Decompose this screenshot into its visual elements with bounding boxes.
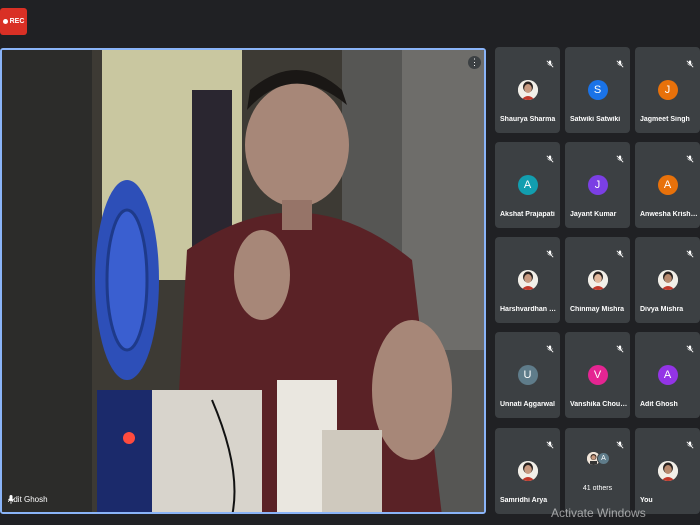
participant-name: Satwiki Satwiki (570, 116, 621, 123)
others-avatar-stack: A (587, 452, 611, 472)
mic-muted-icon (616, 245, 624, 258)
participant-avatar: A (517, 175, 538, 195)
participant-tile[interactable]: Chinmay Mishra (565, 237, 630, 323)
participant-tile[interactable]: J Jayant Kumar (565, 142, 630, 228)
mic-muted-icon (546, 55, 554, 68)
mic-muted-icon (686, 150, 694, 163)
activate-windows-watermark: Activate Windows (551, 506, 646, 520)
mic-muted-icon (686, 245, 694, 258)
participant-name: Vanshika Choudh... (570, 401, 628, 408)
participant-avatar: V (587, 365, 608, 385)
participant-name: You (640, 497, 653, 504)
participant-tile[interactable]: A Akshat Prajapati (495, 142, 560, 228)
mic-icon (8, 495, 14, 504)
participant-avatar: A (657, 365, 678, 385)
participant-avatar: A (657, 175, 678, 195)
participant-tile[interactable]: Divya Mishra (635, 237, 700, 323)
participant-tile[interactable]: A 41 others (565, 428, 630, 514)
participant-avatar: J (657, 80, 678, 100)
participant-tile[interactable]: Shaurya Sharma (495, 47, 560, 133)
more-options-icon: ⋮ (470, 57, 479, 67)
participant-avatar: S (587, 80, 608, 100)
participant-photo (517, 270, 538, 290)
participant-tile[interactable]: U Unnati Aggarwal (495, 332, 560, 418)
participant-tile[interactable]: J Jagmeet Singh (635, 47, 700, 133)
participant-photo (517, 461, 538, 481)
recording-indicator: REC (0, 8, 27, 35)
participant-name: Jagmeet Singh (640, 116, 690, 123)
participant-tile[interactable]: Samridhi Arya (495, 428, 560, 514)
mic-muted-icon (616, 150, 624, 163)
participant-name: Chinmay Mishra (570, 306, 625, 313)
participant-name: Adit Ghosh (640, 401, 678, 408)
more-options-button[interactable]: ⋮ (468, 56, 481, 69)
mic-muted-icon (546, 245, 554, 258)
mic-muted-icon (546, 340, 554, 353)
main-video-name-tag: Adit Ghosh (8, 495, 48, 504)
participant-name: Akshat Prajapati (500, 211, 555, 218)
participant-tile[interactable]: V Vanshika Choudh... (565, 332, 630, 418)
participant-name: 41 others (582, 485, 613, 492)
participant-photo (657, 270, 678, 290)
mic-muted-icon (616, 55, 624, 68)
participant-avatar: U (517, 365, 538, 385)
participant-photo (657, 461, 678, 481)
participant-photo (587, 270, 608, 290)
participant-name: Unnati Aggarwal (500, 401, 555, 408)
participant-avatar: A (597, 452, 610, 465)
participant-tile[interactable]: S Satwiki Satwiki (565, 47, 630, 133)
main-video-tile[interactable]: ⋮ Adit Ghosh (0, 48, 486, 514)
recording-label: REC (9, 18, 25, 25)
mic-muted-icon (546, 436, 554, 449)
participant-name: Jayant Kumar (570, 211, 617, 218)
mic-muted-icon (686, 436, 694, 449)
main-video-feed (2, 50, 484, 512)
participant-tile[interactable]: A Anwesha Krishna (635, 142, 700, 228)
participant-photo (517, 80, 538, 100)
record-dot-icon (2, 19, 8, 24)
participant-name: Shaurya Sharma (500, 116, 556, 123)
participant-name: Harshvardhan Sh... (500, 306, 558, 313)
participant-tile[interactable]: Harshvardhan Sh... (495, 237, 560, 323)
mic-muted-icon (616, 340, 624, 353)
participant-tile[interactable]: You (635, 428, 700, 514)
participant-tile[interactable]: A Adit Ghosh (635, 332, 700, 418)
mic-muted-icon (616, 436, 624, 449)
mic-muted-icon (546, 150, 554, 163)
participant-avatar: J (587, 175, 608, 195)
mic-muted-icon (686, 340, 694, 353)
participant-name: Samridhi Arya (500, 497, 548, 504)
mic-muted-icon (686, 55, 694, 68)
participant-name: Anwesha Krishna (640, 211, 698, 218)
participant-name: Divya Mishra (640, 306, 684, 313)
